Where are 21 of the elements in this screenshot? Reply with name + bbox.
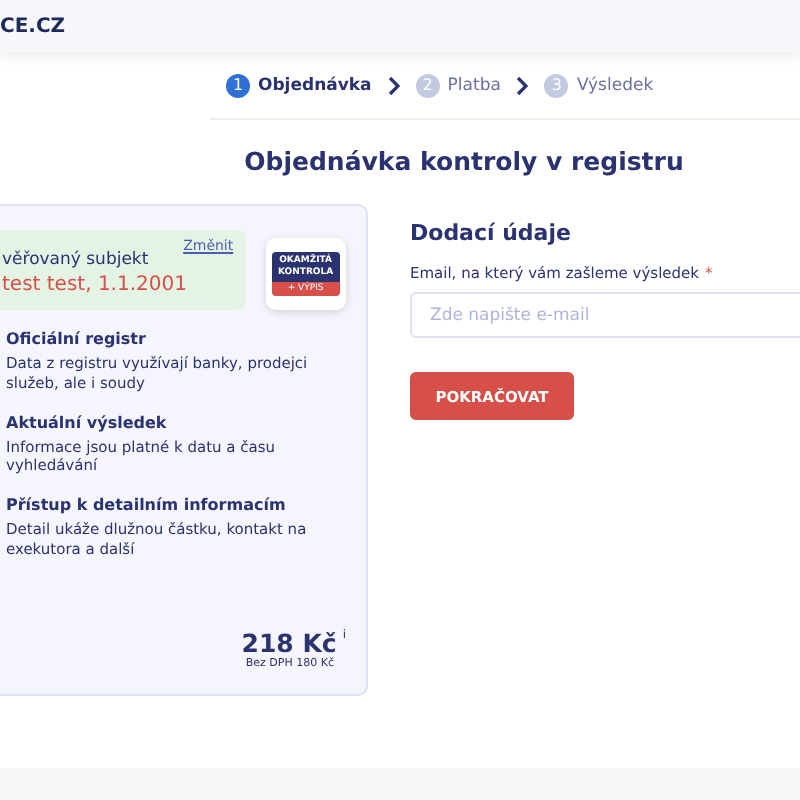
feature-title: Přístup k detailním informacím [6, 496, 288, 514]
step-label: Výsledek [576, 75, 654, 95]
step-item[interactable]: 2 Platba [415, 73, 501, 97]
step-label: Objednávka [258, 75, 372, 95]
subject-label: věřovaný subjekt [2, 250, 149, 270]
step-number: 2 [415, 73, 440, 97]
chevron-icon [387, 75, 400, 95]
feature-title: Oficiální registr [6, 330, 148, 348]
step-item[interactable]: 1 Objednávka [226, 73, 372, 97]
logo[interactable]: CE.CZ [0, 15, 66, 37]
subject-value: test test, 1.1.2001 [2, 274, 189, 296]
step-label: Platba [447, 75, 501, 95]
section-heading: Dodací údaje [410, 220, 573, 246]
step-number: 1 [226, 73, 250, 97]
chevron-icon [516, 75, 529, 95]
price: 218 Kč [241, 628, 337, 658]
page-title: Objednávka kontroly v registru [242, 146, 686, 176]
step-number: 3 [544, 73, 569, 97]
step-item[interactable]: 3 Výsledek [544, 73, 654, 97]
email-field[interactable]: Zde napište e-mail [410, 292, 800, 338]
feature-title: Aktuální výsledek [6, 413, 169, 431]
